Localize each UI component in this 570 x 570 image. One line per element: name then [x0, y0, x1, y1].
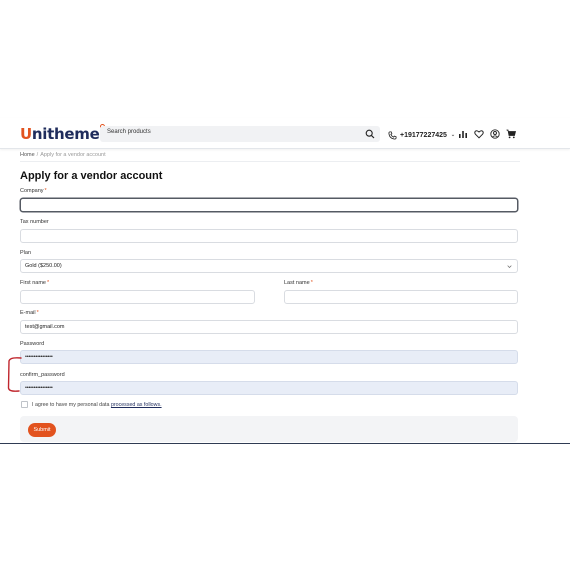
plan-selected-value: Gold ($250.00) [25, 263, 62, 269]
page-title: Apply for a vendor account [20, 170, 163, 182]
breadcrumb-current: Apply for a vendor account [40, 152, 106, 158]
last-name-field[interactable] [284, 290, 518, 304]
confirm-password-label: confirm_password [20, 372, 65, 378]
first-name-field[interactable] [20, 290, 255, 304]
tax-number-label: Tax number [20, 219, 49, 225]
email-label: E-mail* [20, 310, 39, 316]
email-field[interactable]: test@gmail.com [20, 320, 518, 334]
tax-number-field[interactable] [20, 229, 518, 243]
breadcrumb: Home / Apply for a vendor account [20, 152, 106, 158]
confirm-password-field[interactable]: •••••••••••••••• [20, 381, 518, 395]
divider [20, 161, 520, 162]
password-label: Password [20, 341, 45, 347]
chevron-down-icon: ⌄ [450, 132, 456, 138]
agree-checkbox[interactable] [21, 401, 28, 408]
last-name-label: Last name* [284, 280, 313, 286]
logo[interactable]: Unitheme [20, 124, 106, 143]
first-name-label: First name* [20, 280, 50, 286]
user-icon[interactable] [490, 129, 500, 139]
site-header: Unitheme Search products +19177227425 ⌄ [0, 118, 570, 149]
plan-select[interactable]: Gold ($250.00) [20, 259, 518, 273]
company-field[interactable] [20, 198, 518, 212]
chevron-down-icon [507, 265, 512, 268]
search-placeholder: Search products [107, 129, 151, 135]
submit-button[interactable]: Submit [28, 423, 56, 437]
chart-icon[interactable] [458, 129, 468, 139]
breadcrumb-home[interactable]: Home [20, 152, 35, 158]
search-icon[interactable] [365, 129, 375, 139]
phone-menu[interactable]: +19177227425 ⌄ [388, 130, 455, 140]
privacy-link[interactable]: processed as follows. [111, 402, 162, 408]
agree-text: I agree to have my personal data process… [32, 402, 162, 408]
submit-panel [20, 416, 518, 442]
company-label: Company* [20, 188, 47, 194]
cart-icon[interactable] [506, 129, 516, 139]
heart-icon[interactable] [474, 129, 484, 139]
divider [0, 443, 570, 444]
plan-label: Plan [20, 250, 32, 256]
phone-number: +19177227425 [400, 131, 447, 139]
phone-icon [388, 130, 397, 140]
annotation-bracket-icon [7, 357, 22, 392]
password-field[interactable]: •••••••••••••••• [20, 350, 518, 364]
search-input[interactable]: Search products [100, 126, 380, 142]
